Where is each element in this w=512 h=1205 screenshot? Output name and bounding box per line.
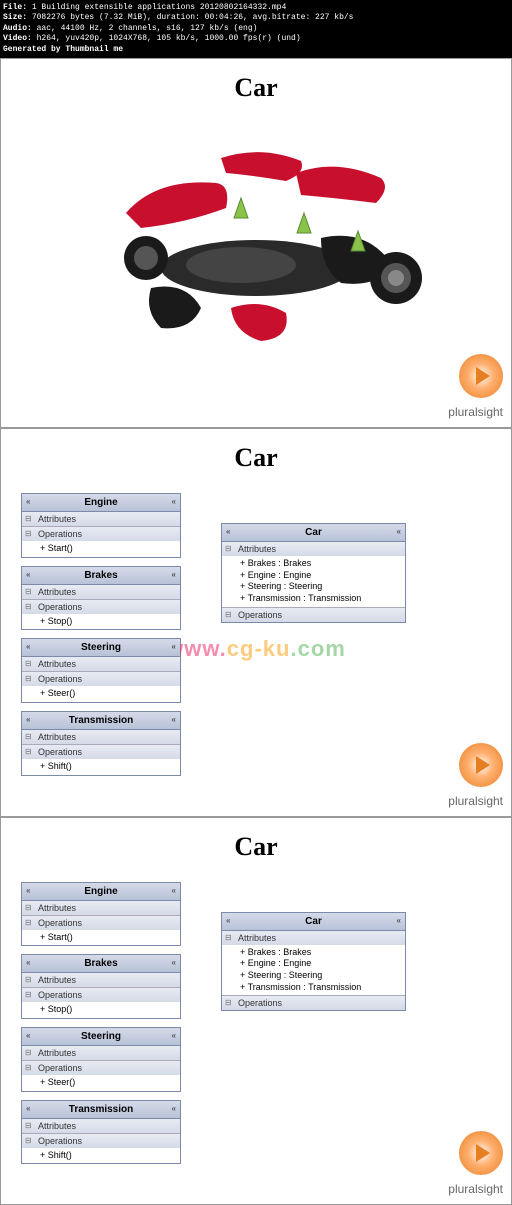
logo-text: pluralsight xyxy=(448,1182,503,1196)
uml-transmission: Transmission Attributes Operations+ Shif… xyxy=(21,711,181,776)
pluralsight-logo: pluralsight xyxy=(448,743,503,808)
play-icon xyxy=(459,1131,503,1175)
pluralsight-logo: pluralsight xyxy=(448,1131,503,1196)
slide-1: Car pluralsight xyxy=(0,58,512,428)
slide-title: Car xyxy=(1,429,511,483)
uml-diagram: www.cg-ku.com Engine Attributes Operatio… xyxy=(1,483,511,816)
uml-car: Car Attributes + Brakes : Brakes + Engin… xyxy=(221,912,406,1012)
uml-steering: Steering Attributes Operations+ Steer() xyxy=(21,638,181,703)
slide-title: Car xyxy=(1,818,511,872)
uml-brakes: Brakes Attributes Operations+ Stop() xyxy=(21,954,181,1019)
pluralsight-logo: pluralsight xyxy=(448,354,503,419)
slide-3: Car Engine Attributes Operations+ Start(… xyxy=(0,817,512,1205)
uml-steering: Steering Attributes Operations+ Steer() xyxy=(21,1027,181,1092)
uml-transmission: Transmission Attributes Operations+ Shif… xyxy=(21,1100,181,1165)
uml-engine: Engine Attributes Operations+ Start() xyxy=(21,882,181,947)
slide-title: Car xyxy=(1,59,511,113)
play-icon xyxy=(459,743,503,787)
car-exploded-image xyxy=(86,123,426,353)
uml-car: Car Attributes + Brakes : Brakes + Engin… xyxy=(221,523,406,623)
uml-brakes: Brakes Attributes Operations+ Stop() xyxy=(21,566,181,631)
slide-2: Car www.cg-ku.com Engine Attributes Oper… xyxy=(0,428,512,817)
logo-text: pluralsight xyxy=(448,405,503,419)
uml-diagram: Engine Attributes Operations+ Start() Br… xyxy=(1,872,511,1205)
play-icon xyxy=(459,354,503,398)
metadata-header: File: 1 Building extensible applications… xyxy=(0,0,512,58)
uml-engine: Engine Attributes Operations+ Start() xyxy=(21,493,181,558)
logo-text: pluralsight xyxy=(448,794,503,808)
